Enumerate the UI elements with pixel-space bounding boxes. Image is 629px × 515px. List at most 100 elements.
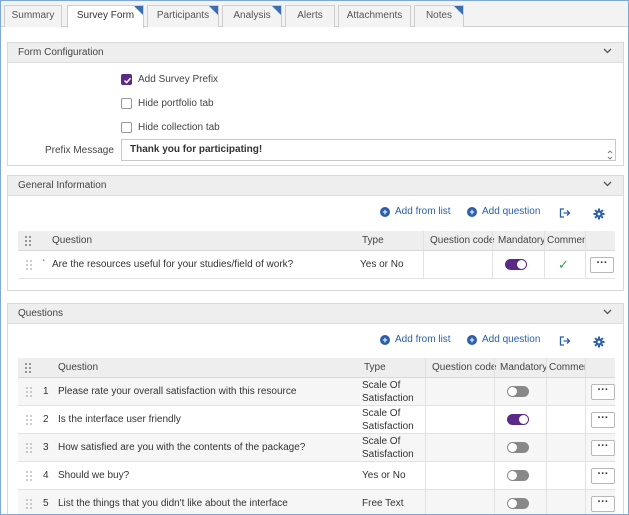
check-icon: ✓: [558, 257, 569, 272]
column-header-question[interactable]: Question: [58, 358, 98, 378]
column-header-code[interactable]: Question code: [432, 358, 497, 378]
mandatory-toggle[interactable]: [507, 386, 529, 397]
tab-label: Alerts: [297, 10, 323, 21]
add-from-list-button[interactable]: + Add from list: [380, 334, 451, 345]
questions-table: Question Type Question code Mandatory Co…: [18, 358, 615, 514]
row-number: 4: [43, 470, 49, 481]
section-header[interactable]: General Information: [8, 176, 623, 196]
plus-circle-icon: +: [380, 206, 390, 217]
column-divider: [544, 251, 545, 278]
tab-notes[interactable]: Notes: [414, 5, 464, 27]
more-actions-button[interactable]: ···: [591, 440, 615, 456]
table-header: Question Type Question code Mandatory Co…: [18, 231, 615, 251]
row-number: `: [42, 259, 46, 270]
questions-section: Questions + Add from list + Add question…: [7, 303, 624, 514]
prefix-message-label: Prefix Message: [45, 145, 114, 156]
tab-summary[interactable]: Summary: [4, 5, 62, 27]
drag-handle-icon[interactable]: [26, 499, 32, 509]
export-icon[interactable]: [559, 207, 571, 219]
mandatory-toggle[interactable]: [507, 498, 529, 509]
question-type-line2: Satisfaction: [362, 393, 414, 404]
hide-portfolio-tab-option[interactable]: Hide portfolio tab: [121, 96, 214, 110]
checkbox-label: Hide collection tab: [138, 121, 220, 133]
column-header-comment[interactable]: Commen: [549, 358, 585, 378]
column-divider: [492, 251, 493, 278]
drag-handle-icon[interactable]: [26, 471, 32, 481]
chevron-down-icon[interactable]: [603, 181, 612, 189]
tab-alerts[interactable]: Alerts: [285, 5, 335, 27]
tab-label: Attachments: [346, 10, 403, 21]
drag-handle-icon: [25, 236, 31, 246]
resize-handle-icon[interactable]: [607, 148, 613, 160]
add-question-button[interactable]: + Add question: [467, 334, 540, 345]
column-divider: [494, 378, 495, 405]
mandatory-toggle[interactable]: [505, 259, 527, 270]
mandatory-toggle[interactable]: [507, 470, 529, 481]
prefix-message-input[interactable]: Thank you for participating!: [121, 139, 616, 161]
column-header-comment[interactable]: Commen: [547, 231, 585, 251]
column-header-question[interactable]: Question: [52, 231, 92, 251]
column-header-type[interactable]: Type: [362, 231, 384, 251]
gear-icon[interactable]: [593, 336, 605, 348]
column-divider: [544, 231, 545, 250]
section-header[interactable]: Questions: [8, 304, 623, 324]
column-divider: [585, 231, 586, 250]
drag-handle-icon[interactable]: [26, 260, 32, 270]
drag-handle-icon[interactable]: [26, 415, 32, 425]
tab-label: Participants: [156, 10, 210, 21]
chevron-down-icon[interactable]: [603, 48, 612, 56]
more-actions-button[interactable]: ···: [591, 412, 615, 428]
tab-label: Notes: [425, 10, 453, 21]
drag-handle-icon[interactable]: [26, 387, 32, 397]
drag-handle-icon[interactable]: [26, 443, 32, 453]
form-configuration-section: Form Configuration Add Survey Prefix Hid…: [7, 42, 624, 166]
add-from-list-label: Add from list: [395, 334, 451, 345]
column-divider: [494, 406, 495, 433]
table-row[interactable]: 4 Should we buy? Yes or No ···: [18, 462, 615, 490]
row-number: 3: [43, 442, 49, 453]
column-divider: [494, 434, 495, 461]
more-actions-button[interactable]: ···: [591, 468, 615, 484]
table-row[interactable]: 2 Is the interface user friendly Scale O…: [18, 406, 615, 434]
general-information-section: General Information + Add from list + Ad…: [7, 175, 624, 291]
column-header-mandatory[interactable]: Mandatory: [498, 231, 545, 251]
question-text: Please rate your overall satisfaction wi…: [58, 386, 297, 397]
tab-participants[interactable]: Participants: [147, 5, 219, 27]
tab-label: Summary: [11, 10, 55, 21]
more-actions-button[interactable]: ···: [591, 496, 615, 512]
mandatory-toggle[interactable]: [507, 442, 529, 453]
add-survey-prefix-checkbox[interactable]: [121, 73, 132, 85]
tab-survey-form[interactable]: Survey Form: [67, 5, 144, 28]
tab-attachments[interactable]: Attachments: [338, 5, 411, 27]
table-row[interactable]: 3 How satisfied are you with the content…: [18, 434, 615, 462]
hide-portfolio-tab-checkbox[interactable]: [121, 97, 132, 109]
section-header[interactable]: Form Configuration: [8, 43, 623, 63]
column-header-type[interactable]: Type: [364, 358, 386, 378]
add-survey-prefix-option[interactable]: Add Survey Prefix: [121, 72, 218, 86]
column-header-mandatory[interactable]: Mandatory: [500, 358, 547, 378]
table-row[interactable]: ` Are the resources useful for your stud…: [18, 251, 615, 279]
column-divider: [494, 490, 495, 514]
question-text: List the things that you didn't like abo…: [58, 498, 288, 509]
add-from-list-label: Add from list: [395, 206, 451, 217]
table-row[interactable]: 1 Please rate your overall satisfaction …: [18, 378, 615, 406]
column-divider: [425, 378, 426, 405]
tab-analysis[interactable]: Analysis: [222, 5, 282, 27]
tab-corner-icon: [454, 6, 463, 15]
more-actions-button[interactable]: ···: [590, 257, 614, 273]
export-icon[interactable]: [559, 335, 571, 347]
hide-collection-tab-checkbox[interactable]: [121, 121, 132, 133]
column-divider: [585, 358, 586, 377]
more-actions-button[interactable]: ···: [591, 384, 615, 400]
hide-collection-tab-option[interactable]: Hide collection tab: [121, 120, 220, 134]
chevron-down-icon[interactable]: [603, 309, 612, 317]
column-divider: [423, 251, 424, 278]
table-row[interactable]: 5 List the things that you didn't like a…: [18, 490, 615, 514]
column-header-code[interactable]: Question code: [430, 231, 495, 251]
add-question-button[interactable]: + Add question: [467, 206, 540, 217]
add-from-list-button[interactable]: + Add from list: [380, 206, 451, 217]
mandatory-toggle[interactable]: [507, 414, 529, 425]
gear-icon[interactable]: [593, 208, 605, 220]
question-type: Yes or No: [362, 470, 406, 481]
column-divider: [546, 434, 547, 461]
